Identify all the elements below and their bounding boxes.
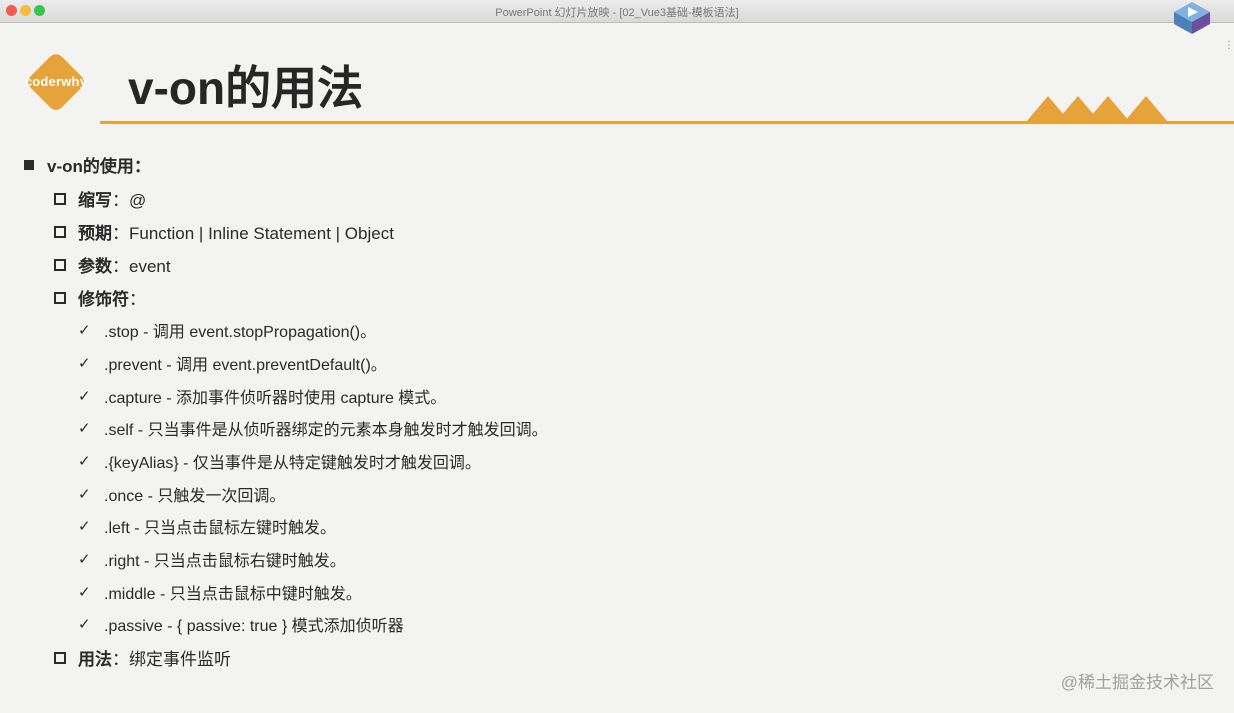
sub-bullet-label: 修饰符	[78, 290, 129, 309]
scroll-indicator-icon: ⋮	[1224, 40, 1234, 51]
sub-bullet-value: ：Function | Inline Statement | Object	[112, 224, 394, 243]
check-icon: ✓	[78, 453, 91, 470]
logo-text: coderwhy	[24, 74, 88, 89]
modifier-text: .left - 只当点击鼠标左键时触发。	[104, 520, 337, 537]
modifier-text: .middle - 只当点击鼠标中键时触发。	[104, 586, 362, 603]
sub-bullet-label: 预期	[78, 224, 112, 243]
watermark: @稀土掘金技术社区	[1060, 673, 1214, 692]
sub-bullet-value: ：	[129, 290, 146, 309]
header-divider	[100, 121, 1234, 124]
modifier-item: ✓ .self - 只当事件是从侦听器绑定的元素本身触发时才触发回调。	[78, 416, 548, 440]
hollow-square-bullet-icon	[54, 225, 66, 238]
sub-bullet-expects: 预期 ：Function | Inline Statement | Object	[54, 219, 394, 244]
modifier-text: .prevent - 调用 event.preventDefault()。	[104, 357, 387, 374]
modifier-item: ✓ .capture - 添加事件侦听器时使用 capture 模式。	[78, 384, 446, 408]
hollow-square-bullet-icon	[54, 651, 66, 664]
sub-bullet-value: ：绑定事件监听	[112, 650, 231, 669]
filled-square-bullet-icon	[24, 159, 34, 170]
sub-bullet-label: 缩写	[78, 191, 112, 210]
modifier-text: .passive - { passive: true } 模式添加侦听器	[104, 618, 404, 635]
play-badge-icon[interactable]	[1170, 0, 1214, 36]
modifier-item: ✓ .left - 只当点击鼠标左键时触发。	[78, 514, 336, 538]
modifier-item: ✓ .prevent - 调用 event.preventDefault()。	[78, 351, 387, 375]
check-icon: ✓	[78, 584, 91, 601]
check-icon: ✓	[78, 420, 91, 437]
window-titlebar: PowerPoint 幻灯片放映 - [02_Vue3基础-模板语法]	[0, 0, 1234, 23]
check-icon: ✓	[78, 551, 91, 568]
main-bullet-text: v-on的使用：	[47, 157, 151, 176]
modifier-text: .once - 只触发一次回调。	[104, 488, 286, 505]
sub-bullet-value: ：event	[112, 257, 171, 276]
modifier-item: ✓ .once - 只触发一次回调。	[78, 482, 285, 506]
sub-bullet-label: 用法	[78, 650, 112, 669]
modifier-item: ✓ .middle - 只当点击鼠标中键时触发。	[78, 580, 362, 604]
modifier-text: .{keyAlias} - 仅当事件是从特定键触发时才触发回调。	[104, 455, 481, 472]
sub-bullet-modifiers: 修饰符 ：	[54, 285, 146, 310]
modifier-text: .self - 只当事件是从侦听器绑定的元素本身触发时才触发回调。	[104, 422, 548, 439]
check-icon: ✓	[78, 486, 91, 503]
main-bullet: v-on的使用：	[24, 152, 151, 177]
modifier-item: ✓ .stop - 调用 event.stopPropagation()。	[78, 318, 376, 342]
slide-title: v-on的用法	[128, 62, 364, 114]
modifier-text: .right - 只当点击鼠标右键时触发。	[104, 553, 346, 570]
hollow-square-bullet-icon	[54, 192, 66, 205]
modifier-item: ✓ .{keyAlias} - 仅当事件是从特定键触发时才触发回调。	[78, 449, 481, 473]
hollow-square-bullet-icon	[54, 258, 66, 271]
check-icon: ✓	[78, 518, 91, 535]
mountains-decoration	[1026, 96, 1168, 122]
sub-bullet-value: ：@	[112, 191, 147, 210]
check-icon: ✓	[78, 322, 91, 339]
sub-bullet-argument: 参数 ：event	[54, 252, 171, 277]
sub-bullet-usage: 用法 ：绑定事件监听	[54, 645, 231, 670]
modifier-item: ✓ .right - 只当点击鼠标右键时触发。	[78, 547, 346, 571]
window-title: PowerPoint 幻灯片放映 - [02_Vue3基础-模板语法]	[495, 7, 739, 19]
sub-bullet-shorthand: 缩写 ：@	[54, 186, 146, 211]
check-icon: ✓	[78, 355, 91, 372]
modifier-item: ✓ .passive - { passive: true } 模式添加侦听器	[78, 612, 404, 636]
modifier-text: .stop - 调用 event.stopPropagation()。	[104, 324, 377, 341]
sub-bullet-label: 参数	[78, 257, 112, 276]
hollow-square-bullet-icon	[54, 291, 66, 304]
check-icon: ✓	[78, 616, 91, 633]
modifier-text: .capture - 添加事件侦听器时使用 capture 模式。	[104, 390, 447, 407]
check-icon: ✓	[78, 388, 91, 405]
